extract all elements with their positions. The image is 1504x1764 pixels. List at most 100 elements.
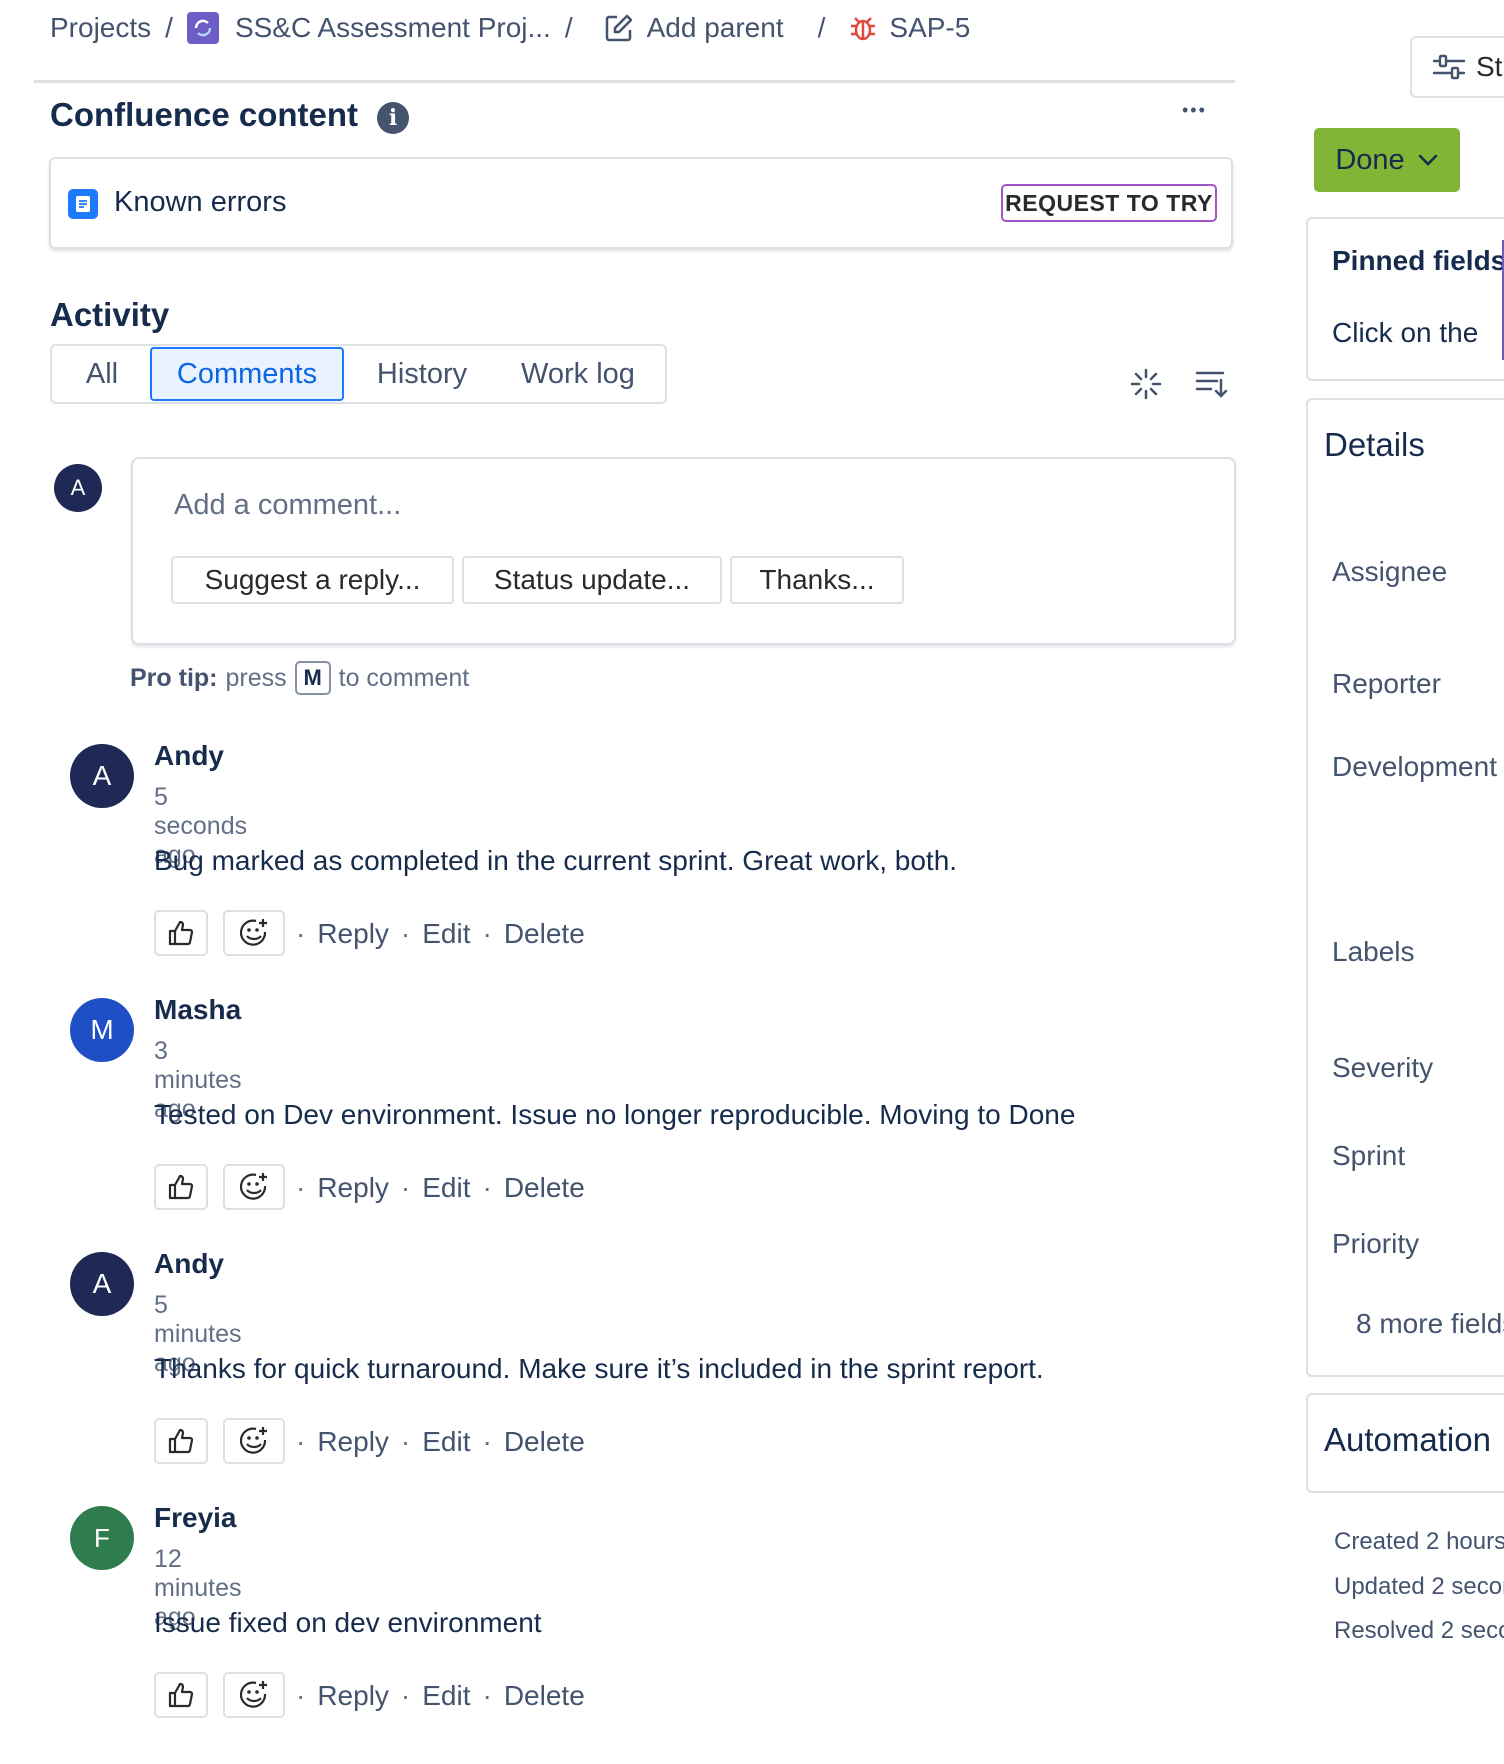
reply-button[interactable]: Reply bbox=[317, 1680, 389, 1712]
pro-tip: Pro tip: press M to comment bbox=[130, 661, 469, 695]
thumbs-up-icon bbox=[168, 1174, 194, 1200]
tab-comments[interactable]: Comments bbox=[150, 347, 344, 401]
thanks-chip[interactable]: Thanks... bbox=[730, 556, 904, 604]
details-panel: Details Assignee Reporter Development La… bbox=[1306, 398, 1504, 1377]
request-to-try-badge[interactable]: REQUEST TO TRY bbox=[1001, 184, 1217, 222]
comment-actions: · Reply · Edit · Delete bbox=[296, 1172, 585, 1204]
breadcrumb-project-name[interactable]: SS&C Assessment Proj... bbox=[235, 12, 551, 44]
reply-button[interactable]: Reply bbox=[317, 1172, 389, 1204]
add-parent-link[interactable]: Add parent bbox=[647, 12, 784, 44]
pinned-fields-title: Pinned fields bbox=[1332, 245, 1504, 276]
field-priority: Priority bbox=[1332, 1228, 1420, 1259]
field-assignee: Assignee bbox=[1332, 556, 1448, 587]
tab-all[interactable]: All bbox=[54, 347, 150, 401]
edit-button[interactable]: Edit bbox=[422, 1172, 470, 1204]
confluence-title: Confluence content bbox=[50, 96, 359, 133]
reply-button[interactable]: Reply bbox=[317, 1426, 389, 1458]
status-update-chip[interactable]: Status update... bbox=[462, 556, 722, 604]
comment-avatar[interactable]: M bbox=[70, 998, 134, 1062]
comment-actions: · Reply · Edit · Delete bbox=[296, 1426, 585, 1458]
sort-icon[interactable] bbox=[1194, 368, 1228, 400]
add-reaction-button[interactable] bbox=[223, 1164, 285, 1210]
confluence-card[interactable]: Known errors REQUEST TO TRY bbox=[49, 157, 1233, 249]
pro-tip-press: press bbox=[225, 663, 287, 692]
comment-author[interactable]: Freyia bbox=[154, 1502, 237, 1534]
field-labels: Labels bbox=[1332, 936, 1415, 967]
edit-button[interactable]: Edit bbox=[422, 918, 470, 950]
thumbs-up-icon bbox=[168, 1682, 194, 1708]
comment-body: Bug marked as completed in the current s… bbox=[154, 845, 958, 876]
details-title[interactable]: Details bbox=[1324, 426, 1425, 464]
add-reaction-button[interactable] bbox=[223, 910, 285, 956]
add-reaction-button[interactable] bbox=[223, 1672, 285, 1718]
breadcrumb-separator: / bbox=[165, 12, 173, 43]
loading-spinner-icon[interactable] bbox=[1130, 368, 1162, 400]
breadcrumb-separator: / bbox=[817, 12, 826, 43]
tab-history[interactable]: History bbox=[344, 347, 500, 401]
comment-actions: · Reply · Edit · Delete bbox=[296, 1680, 585, 1712]
status-dropdown[interactable]: Done bbox=[1314, 128, 1460, 192]
pro-tip-rest: to comment bbox=[338, 663, 470, 692]
suggest-reply-chip[interactable]: Suggest a reply... bbox=[171, 556, 454, 604]
breadcrumb: Projects / SS&C Assessment Proj... / Add… bbox=[50, 10, 1230, 46]
pinned-fields-hint: Click on the bbox=[1332, 317, 1479, 348]
delete-button[interactable]: Delete bbox=[504, 1172, 585, 1204]
project-icon bbox=[186, 12, 219, 44]
field-severity: Severity bbox=[1332, 1052, 1434, 1083]
edit-button[interactable]: Edit bbox=[422, 1680, 470, 1712]
automation-panel[interactable]: Automation bbox=[1306, 1393, 1504, 1493]
like-button[interactable] bbox=[154, 1672, 208, 1718]
comment-author[interactable]: Andy bbox=[154, 740, 224, 772]
field-reporter: Reporter bbox=[1332, 668, 1441, 699]
delete-button[interactable]: Delete bbox=[504, 1680, 585, 1712]
edit-icon bbox=[603, 12, 635, 44]
created-meta: Created 2 hours ago bbox=[1334, 1528, 1504, 1555]
resolved-meta: Resolved 2 seconds ago bbox=[1334, 1617, 1504, 1644]
comment-editor[interactable]: Add a comment... Suggest a reply... Stat… bbox=[131, 457, 1236, 645]
thumbs-up-icon bbox=[168, 920, 194, 946]
pro-tip-label: Pro tip: bbox=[130, 663, 218, 692]
comment-avatar[interactable]: A bbox=[70, 744, 134, 808]
keyboard-key-m: M bbox=[294, 661, 331, 695]
comment-avatar[interactable]: A bbox=[70, 1252, 134, 1316]
bug-icon bbox=[847, 12, 879, 44]
emoji-add-icon bbox=[239, 1427, 267, 1454]
settings-button-label: St bbox=[1476, 51, 1503, 82]
settings-button[interactable]: St bbox=[1410, 36, 1504, 98]
issue-key-link[interactable]: SAP-5 bbox=[889, 12, 970, 44]
updated-meta: Updated 2 seconds ago bbox=[1334, 1573, 1504, 1600]
like-button[interactable] bbox=[154, 1418, 208, 1464]
comment-body: Thanks for quick turnaround. Make sure i… bbox=[154, 1353, 1044, 1384]
tab-work-log[interactable]: Work log bbox=[500, 347, 656, 401]
like-button[interactable] bbox=[154, 1164, 208, 1210]
thumbs-up-icon bbox=[168, 1428, 194, 1454]
comment-avatar[interactable]: F bbox=[70, 1506, 134, 1570]
confluence-page-title[interactable]: Known errors bbox=[114, 186, 286, 219]
pinned-fields-panel: Pinned fields Click on the bbox=[1306, 217, 1504, 381]
right-sidebar: St Done Pinned fields Click on the Detai… bbox=[1300, 0, 1504, 1764]
delete-button[interactable]: Delete bbox=[504, 1426, 585, 1458]
more-actions-button[interactable]: ••• bbox=[1182, 100, 1207, 121]
field-development: Development bbox=[1332, 751, 1497, 782]
activity-title: Activity bbox=[50, 296, 170, 333]
more-fields-link[interactable]: 8 more fields bbox=[1356, 1308, 1504, 1340]
reply-button[interactable]: Reply bbox=[317, 918, 389, 950]
edit-button[interactable]: Edit bbox=[422, 1426, 470, 1458]
field-sprint: Sprint bbox=[1332, 1140, 1406, 1171]
chevron-down-icon bbox=[1418, 154, 1437, 166]
sliders-icon bbox=[1432, 54, 1466, 80]
current-user-avatar: A bbox=[54, 464, 102, 512]
like-button[interactable] bbox=[154, 910, 208, 956]
comment-author[interactable]: Masha bbox=[154, 994, 241, 1026]
status-label: Done bbox=[1335, 143, 1405, 176]
delete-button[interactable]: Delete bbox=[504, 918, 585, 950]
comment-author[interactable]: Andy bbox=[154, 1248, 224, 1280]
emoji-add-icon bbox=[239, 1681, 267, 1708]
breadcrumb-separator: / bbox=[564, 12, 573, 43]
info-icon[interactable]: i bbox=[377, 102, 409, 134]
comment-input[interactable]: Add a comment... bbox=[174, 489, 401, 522]
breadcrumb-projects[interactable]: Projects bbox=[50, 12, 151, 44]
add-reaction-button[interactable] bbox=[223, 1418, 285, 1464]
emoji-add-icon bbox=[239, 1173, 267, 1200]
comment-body: Tested on Dev environment. Issue no long… bbox=[154, 1099, 1076, 1130]
